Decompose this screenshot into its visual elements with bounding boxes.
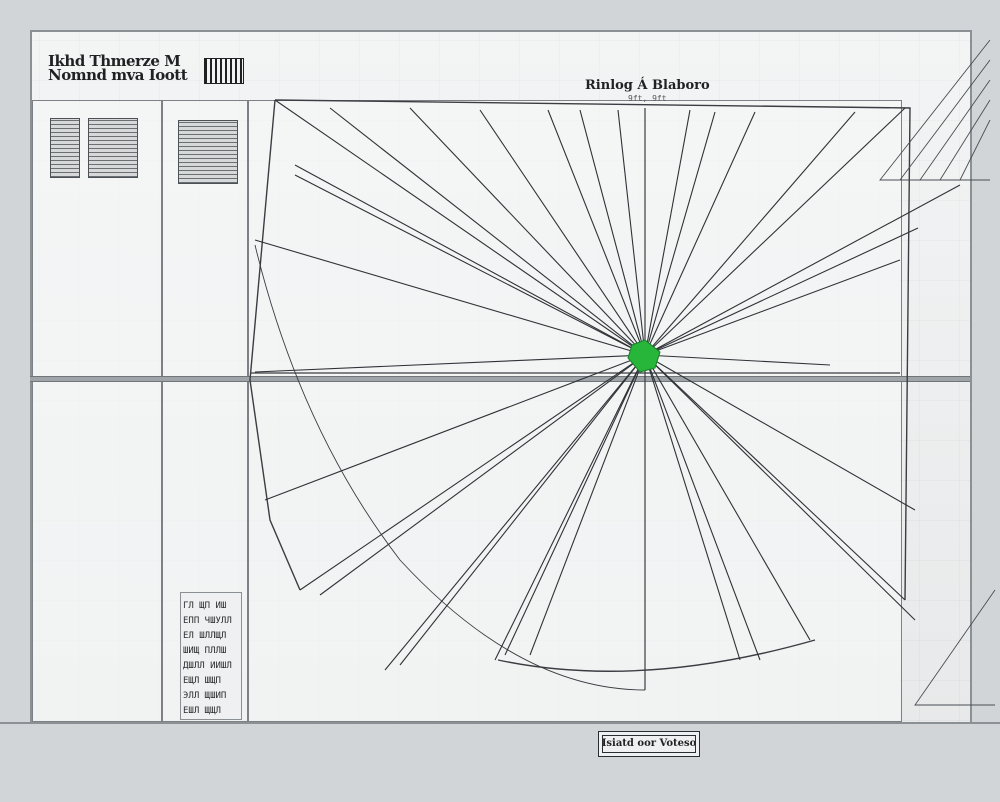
- radial-diagram: [249, 39, 996, 706]
- radial-ray: [644, 354, 811, 641]
- radial-ray: [644, 184, 961, 356]
- radial-ray: [494, 354, 646, 661]
- radial-ray: [579, 109, 646, 356]
- radial-ray: [644, 111, 756, 356]
- radial-ray: [644, 111, 856, 356]
- radial-ray: [294, 164, 646, 356]
- diagram-frame: [249, 99, 911, 691]
- diagram-title: Rinlog Á Blaboro: [585, 78, 710, 93]
- radial-ray: [274, 99, 646, 356]
- frame-arc-bottom: [497, 639, 816, 672]
- frame-outline-top: [274, 99, 911, 601]
- title-stamp: Isiatd oor Voteso: [598, 731, 700, 757]
- radial-rays: [254, 99, 961, 671]
- radial-ray: [254, 354, 646, 373]
- radial-ray: [644, 354, 761, 661]
- radial-ray: [644, 354, 831, 366]
- frame-arc-outer: [254, 244, 646, 691]
- diagram-subtitle: 9ft, 9ft: [628, 94, 667, 103]
- corner-fan-bottom-right: [914, 589, 996, 706]
- radial-ray: [254, 239, 646, 356]
- corner-fan-hatching: [899, 59, 991, 181]
- radial-ray: [294, 174, 646, 356]
- radial-ray: [299, 354, 646, 591]
- radial-ray: [644, 354, 916, 621]
- radial-ray: [409, 107, 646, 356]
- radial-ray: [644, 111, 716, 356]
- radial-ray: [617, 109, 646, 356]
- radial-ray: [644, 259, 901, 356]
- radial-ray: [644, 227, 919, 356]
- frame-outline-left: [249, 99, 301, 591]
- radial-ray: [319, 354, 646, 596]
- radial-ray: [384, 354, 646, 671]
- radial-ray: [329, 107, 646, 356]
- radial-ray: [644, 354, 906, 601]
- radial-ray: [529, 354, 646, 656]
